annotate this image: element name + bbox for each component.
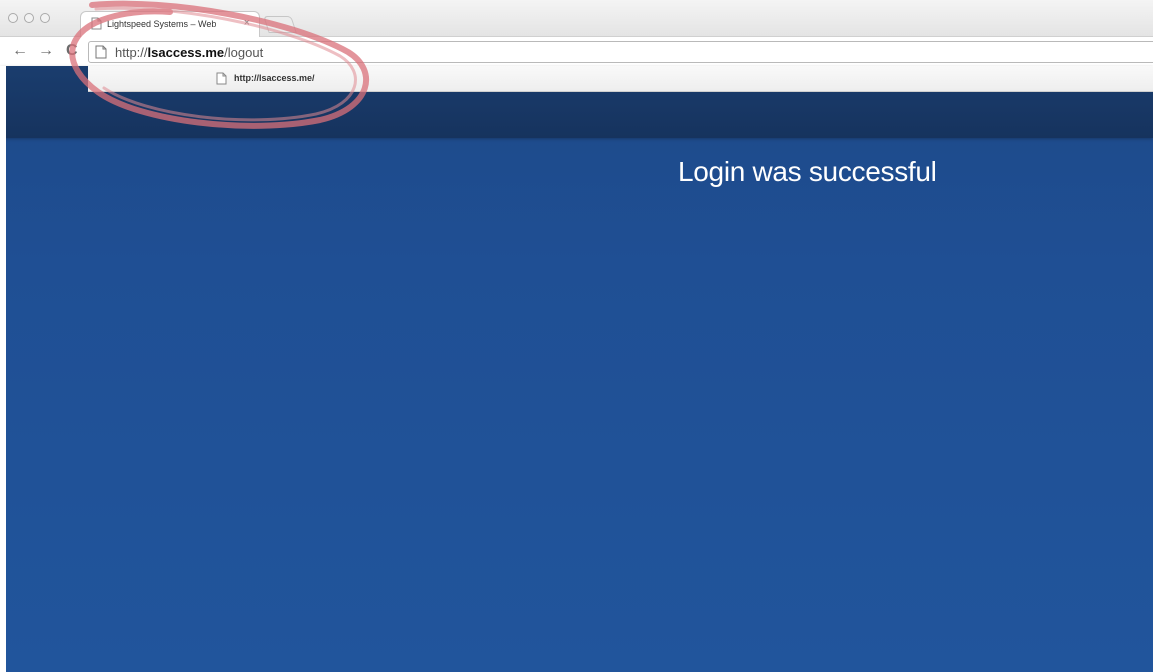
tab-strip: Lightspeed Systems – Web × <box>0 0 1153 37</box>
page-icon <box>91 17 102 35</box>
page-icon <box>95 45 107 64</box>
reload-icon[interactable]: C <box>66 41 78 61</box>
zoom-window-button[interactable] <box>40 13 50 23</box>
address-url[interactable]: http://lsaccess.me/logout <box>115 45 263 60</box>
page-left-edge <box>0 66 6 672</box>
url-scheme: http:// <box>115 45 148 60</box>
back-arrow-icon[interactable]: ← <box>12 41 28 61</box>
address-suggestion-dropdown[interactable]: http://lsaccess.me/ <box>88 66 1153 92</box>
url-domain: lsaccess.me <box>147 45 225 60</box>
tab-lightspeed[interactable]: Lightspeed Systems – Web × <box>80 11 260 37</box>
new-tab-button[interactable] <box>263 16 297 33</box>
address-bar[interactable]: http://lsaccess.me/logout <box>88 41 1153 63</box>
minimize-window-button[interactable] <box>24 13 34 23</box>
forward-arrow-icon[interactable]: → <box>38 41 54 61</box>
browser-window: Lightspeed Systems – Web × ← → C http://… <box>0 0 1153 672</box>
browser-toolbar: ← → C http://lsaccess.me/logout <box>0 36 1153 66</box>
close-window-button[interactable] <box>8 13 18 23</box>
page-content <box>0 66 1153 672</box>
page-icon <box>216 72 227 90</box>
tab-title: Lightspeed Systems – Web <box>107 19 217 29</box>
login-success-message: Login was successful <box>678 156 937 187</box>
close-tab-icon[interactable]: × <box>244 17 250 29</box>
url-path: /logout <box>224 45 264 60</box>
suggestion-url[interactable]: http://lsaccess.me/ <box>234 73 315 83</box>
